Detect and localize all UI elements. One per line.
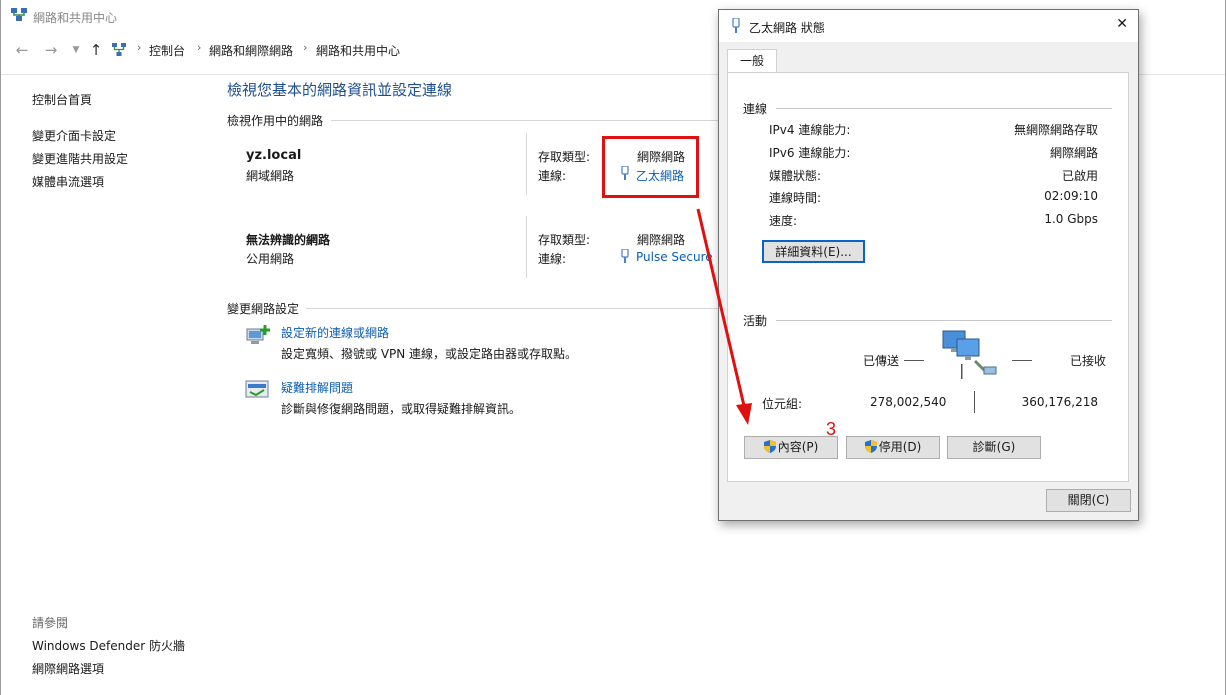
section-divider bbox=[306, 308, 721, 309]
bytes-sent-value: 278,002,540 bbox=[870, 395, 947, 409]
see-also-firewall-link[interactable]: Windows Defender 防火牆 bbox=[32, 637, 185, 654]
uac-shield-icon bbox=[864, 440, 877, 453]
ethernet-icon bbox=[731, 17, 741, 36]
disable-button-label: 停用(D) bbox=[878, 440, 922, 454]
network-type: 公用網路 bbox=[246, 252, 295, 266]
sent-label: 已傳送 bbox=[863, 354, 900, 368]
network-name: 無法辨識的網路 bbox=[246, 233, 331, 247]
breadcrumb-separator: › bbox=[303, 41, 308, 54]
ethernet-status-dialog: 乙太網路 狀態 ✕ 一般 連線 IPv4 連線能力: 無網際網路存取 IPv6 … bbox=[718, 9, 1139, 521]
active-networks-label: 檢視作用中的網路 bbox=[227, 114, 324, 128]
dialog-title: 乙太網路 狀態 bbox=[749, 21, 825, 35]
see-also-internet-options-link[interactable]: 網際網路選項 bbox=[32, 660, 104, 677]
network-computers-icon bbox=[941, 329, 999, 382]
network-type: 網域網路 bbox=[246, 169, 295, 183]
ipv4-value: 無網際網路存取 bbox=[1013, 123, 1098, 137]
access-type-label: 存取類型: bbox=[538, 150, 591, 164]
uac-shield-icon bbox=[763, 440, 776, 453]
breadcrumb-separator: › bbox=[137, 41, 142, 54]
control-panel-icon bbox=[112, 43, 126, 60]
network-name: yz.local bbox=[246, 148, 302, 163]
chevron-down-icon[interactable]: ▼ bbox=[67, 41, 85, 59]
ipv6-label: IPv6 連線能力: bbox=[769, 146, 851, 160]
ethernet-icon bbox=[620, 248, 630, 266]
duration-label: 連線時間: bbox=[769, 191, 822, 205]
speed-value: 1.0 Gbps bbox=[1044, 212, 1098, 226]
access-type-value: 網際網路 bbox=[637, 233, 686, 247]
bytes-divider bbox=[974, 391, 975, 413]
breadcrumb-separator: › bbox=[197, 41, 202, 54]
new-connection-description: 設定寬頻、撥號或 VPN 連線，或設定路由器或存取點。 bbox=[281, 347, 578, 361]
bytes-label: 位元組: bbox=[762, 397, 803, 411]
troubleshoot-link[interactable]: 疑難排解問題 bbox=[281, 379, 353, 396]
sidebar-home-link[interactable]: 控制台首頁 bbox=[32, 91, 92, 108]
sidebar-item-advanced-sharing[interactable]: 變更進階共用設定 bbox=[32, 150, 128, 167]
divider bbox=[526, 216, 527, 278]
connection-label: 連線: bbox=[538, 252, 567, 266]
troubleshoot-description: 診斷與修復網路問題，或取得疑難排解資訊。 bbox=[281, 402, 522, 416]
annotation-highlight-box bbox=[602, 136, 699, 198]
page-title: 檢視您基本的網路資訊並設定連線 bbox=[227, 81, 453, 99]
section-divider bbox=[331, 120, 721, 121]
media-state-value: 已啟用 bbox=[1061, 169, 1098, 183]
sent-dash bbox=[904, 360, 924, 361]
see-also-title: 請參閱 bbox=[32, 616, 69, 630]
received-dash bbox=[1012, 360, 1032, 361]
disable-button[interactable]: 停用(D) bbox=[846, 436, 940, 459]
window-title: 網路和共用中心 bbox=[33, 11, 118, 25]
annotation-arrow bbox=[696, 208, 752, 425]
details-button[interactable]: 詳細資料(E)... bbox=[762, 240, 865, 263]
ipv4-label: IPv4 連線能力: bbox=[769, 123, 851, 137]
troubleshoot-icon bbox=[245, 379, 269, 404]
group-divider bbox=[776, 320, 1112, 321]
tab-general[interactable]: 一般 bbox=[727, 49, 777, 73]
received-label: 已接收 bbox=[1070, 354, 1107, 368]
access-type-label: 存取類型: bbox=[538, 233, 591, 247]
sidebar-item-media-streaming[interactable]: 媒體串流選項 bbox=[32, 173, 104, 190]
group-divider bbox=[776, 108, 1112, 109]
breadcrumb-network-internet[interactable]: 網路和網際網路 bbox=[209, 42, 293, 59]
connection-group-label: 連線 bbox=[743, 102, 768, 116]
media-state-label: 媒體狀態: bbox=[769, 169, 822, 183]
up-icon[interactable]: ↑ bbox=[87, 41, 105, 59]
divider bbox=[526, 133, 527, 195]
back-icon[interactable]: ← bbox=[13, 41, 31, 59]
close-icon[interactable]: ✕ bbox=[1116, 16, 1128, 32]
ipv6-value: 網際網路 bbox=[1049, 146, 1098, 160]
diagnose-button[interactable]: 診斷(G) bbox=[947, 436, 1041, 459]
change-settings-label: 變更網路設定 bbox=[227, 302, 300, 316]
close-button[interactable]: 關閉(C) bbox=[1046, 489, 1131, 512]
general-tab-panel: 連線 IPv4 連線能力: 無網際網路存取 IPv6 連線能力: 網際網路 媒體… bbox=[727, 72, 1129, 482]
sidebar-item-adapter-settings[interactable]: 變更介面卡設定 bbox=[32, 127, 116, 144]
dialog-title-bar: 乙太網路 狀態 ✕ bbox=[719, 10, 1138, 42]
new-connection-link[interactable]: 設定新的連線或網路 bbox=[281, 324, 389, 341]
speed-label: 速度: bbox=[769, 214, 798, 228]
bytes-received-value: 360,176,218 bbox=[1021, 395, 1098, 409]
properties-button[interactable]: 內容(P) bbox=[744, 436, 838, 459]
breadcrumb-control-panel[interactable]: 控制台 bbox=[149, 42, 185, 59]
properties-button-label: 內容(P) bbox=[777, 440, 819, 454]
duration-value: 02:09:10 bbox=[1044, 189, 1098, 203]
network-center-icon bbox=[11, 8, 27, 25]
new-connection-icon bbox=[245, 323, 271, 350]
breadcrumb-network-center[interactable]: 網路和共用中心 bbox=[316, 42, 400, 59]
connection-label: 連線: bbox=[538, 169, 567, 183]
forward-icon[interactable]: → bbox=[42, 41, 60, 59]
